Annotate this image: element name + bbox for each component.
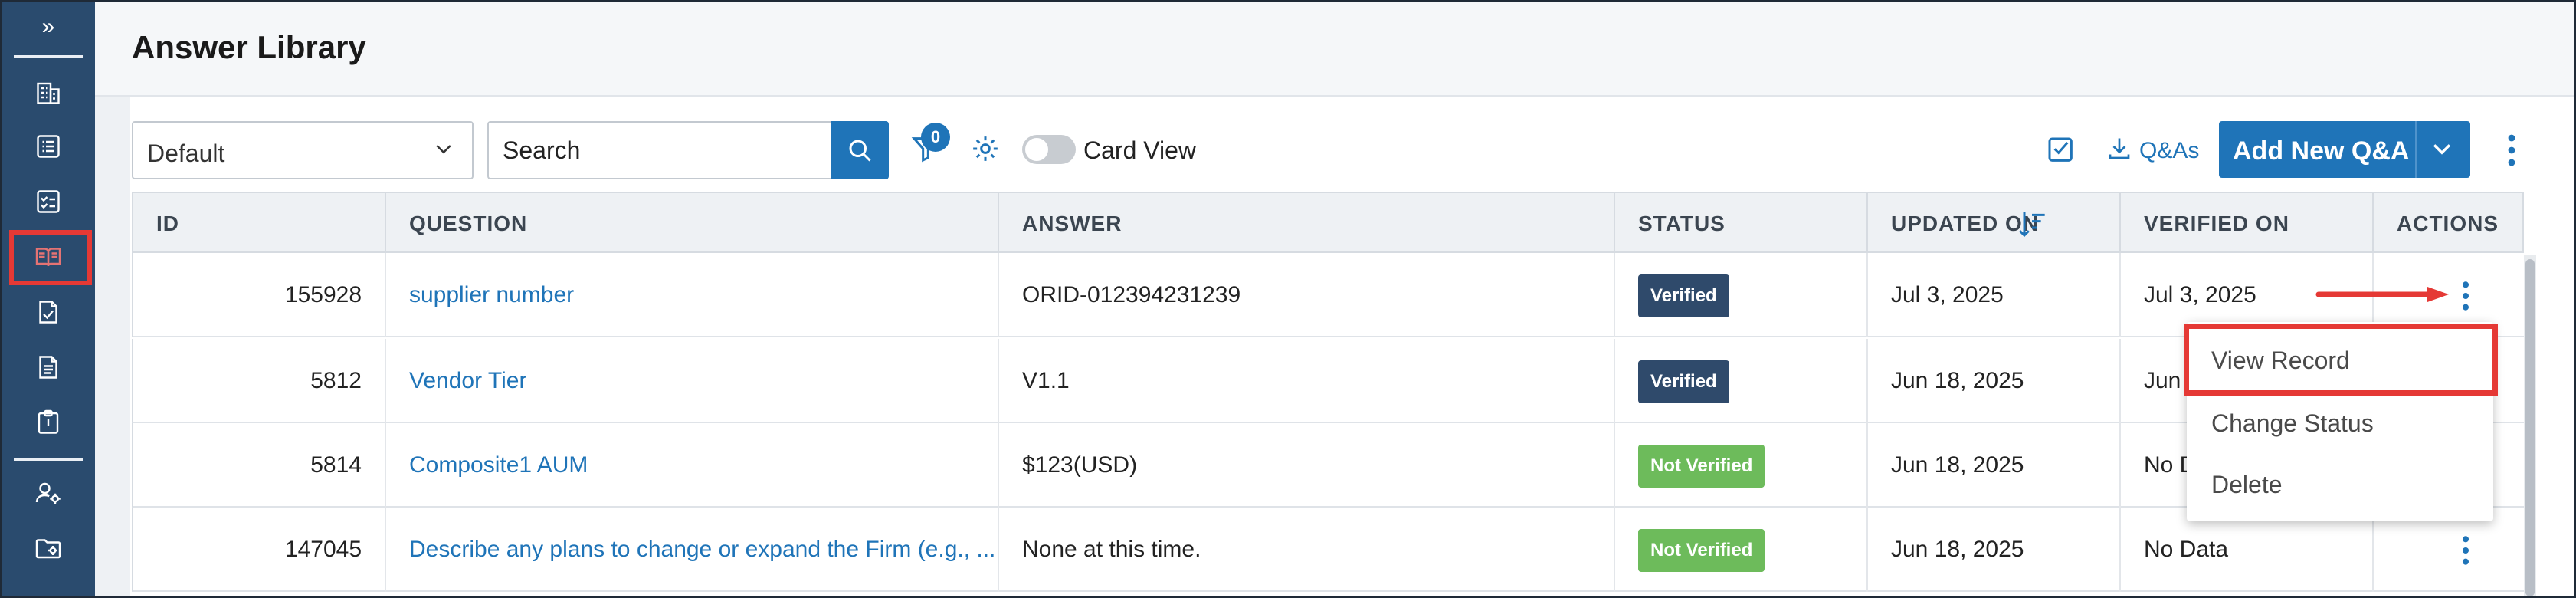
menu-item-delete[interactable]: Delete — [2187, 454, 2493, 515]
cell-question: Composite1 AUM — [386, 423, 999, 508]
chevron-down-icon[interactable] — [2429, 136, 2455, 163]
cell-updated-on: Jul 3, 2025 — [1868, 253, 2121, 337]
cell-updated-on: Jun 18, 2025 — [1868, 423, 2121, 508]
column-header-question[interactable]: QUESTION — [386, 193, 999, 255]
split-divider — [2415, 121, 2417, 178]
row-actions-icon[interactable] — [2456, 534, 2475, 567]
cell-status: Not Verified — [1615, 423, 1868, 508]
more-options-icon[interactable] — [2498, 132, 2525, 169]
download-qas-link[interactable]: Q&As — [2139, 138, 2199, 164]
add-new-qa-label: Add New Q&A — [2233, 136, 2410, 166]
cell-id: 5812 — [133, 339, 386, 423]
page-title: Answer Library — [132, 29, 366, 65]
arrow-annotation-icon — [2315, 287, 2449, 302]
table-header: ID QUESTION ANSWER STATUS UPDATED ON VER… — [132, 192, 2524, 255]
cell-answer: ORID-012394231239 — [999, 253, 1615, 337]
search-input[interactable] — [487, 121, 831, 179]
question-link[interactable]: supplier number — [409, 282, 574, 307]
column-header-id[interactable]: ID — [133, 193, 386, 255]
cell-updated-on: Jun 18, 2025 — [1868, 339, 2121, 423]
chevron-down-icon — [436, 145, 451, 154]
search-icon — [849, 140, 871, 162]
active-item-highlight-annotation — [9, 230, 92, 285]
gear-icon[interactable] — [970, 133, 1001, 164]
filter-count-badge: 0 — [921, 123, 950, 152]
cell-question: supplier number — [386, 253, 999, 337]
cell-status: Verified — [1615, 253, 1868, 337]
page-header: Answer Library — [95, 2, 2574, 97]
checklist-icon[interactable] — [29, 182, 67, 221]
cell-id: 147045 — [133, 508, 386, 592]
user-settings-icon[interactable] — [29, 474, 67, 512]
column-header-status[interactable]: STATUS — [1615, 193, 1868, 255]
sidebar-expand-toggle[interactable]: » — [2, 8, 95, 46]
table-row[interactable]: 5812 Vendor Tier V1.1 Verified Jun 18, 2… — [132, 339, 2524, 423]
document-icon[interactable] — [29, 348, 67, 386]
checkbox-select-icon[interactable] — [2046, 135, 2076, 166]
card-view-toggle[interactable] — [1022, 135, 1076, 164]
question-link[interactable]: Vendor Tier — [409, 368, 526, 393]
card-view-label: Card View — [1083, 136, 1197, 164]
building-icon[interactable] — [29, 74, 67, 112]
table-row[interactable]: 147045 Describe any plans to change or e… — [132, 508, 2524, 592]
row-actions-icon[interactable] — [2456, 279, 2475, 313]
sidebar: » — [2, 2, 95, 596]
cell-id: 155928 — [133, 253, 386, 337]
cell-id: 5814 — [133, 423, 386, 508]
sort-descending-icon[interactable] — [2017, 209, 2047, 239]
view-select[interactable]: Default — [132, 121, 474, 179]
toggle-knob — [1025, 138, 1048, 161]
table-row[interactable]: 155928 supplier number ORID-012394231239… — [132, 253, 2524, 337]
list-icon[interactable] — [29, 127, 67, 166]
app-window: » Answer Library Default Search 0 Card V… — [0, 0, 2576, 598]
view-select-value: Default — [147, 140, 225, 167]
download-icon[interactable] — [2106, 135, 2133, 163]
cell-answer: V1.1 — [999, 339, 1615, 423]
clipboard-alert-icon[interactable] — [29, 403, 67, 442]
table-row[interactable]: 5814 Composite1 AUM $123(USD) Not Verifi… — [132, 423, 2524, 508]
cell-answer: None at this time. — [999, 508, 1615, 592]
folder-settings-icon[interactable] — [29, 529, 67, 567]
sidebar-divider — [14, 458, 83, 461]
cell-updated-on: Jun 18, 2025 — [1868, 508, 2121, 592]
search-button[interactable] — [831, 121, 889, 179]
add-new-qa-button[interactable]: Add New Q&A — [2219, 121, 2470, 178]
status-badge: Verified — [1638, 360, 1729, 404]
cell-answer: $123(USD) — [999, 423, 1615, 508]
menu-item-change-status[interactable]: Change Status — [2187, 393, 2493, 454]
cell-status: Not Verified — [1615, 508, 1868, 592]
question-link[interactable]: Describe any plans to change or expand t… — [409, 537, 995, 562]
table-scrollbar[interactable] — [2524, 255, 2536, 596]
cell-question: Vendor Tier — [386, 339, 999, 423]
document-check-icon[interactable] — [29, 293, 67, 331]
column-header-updated-on[interactable]: UPDATED ON — [1868, 193, 2121, 255]
cell-question: Describe any plans to change or expand t… — [386, 508, 999, 592]
column-header-answer[interactable]: ANSWER — [999, 193, 1615, 255]
status-badge: Not Verified — [1638, 529, 1765, 573]
status-badge: Verified — [1638, 274, 1729, 318]
view-record-highlight-annotation — [2184, 324, 2498, 396]
scrollbar-thumb[interactable] — [2525, 259, 2535, 596]
column-header-verified-on[interactable]: VERIFIED ON — [2121, 193, 2374, 255]
cell-status: Verified — [1615, 339, 1868, 423]
question-link[interactable]: Composite1 AUM — [409, 452, 588, 478]
column-header-actions: ACTIONS — [2397, 212, 2499, 235]
sidebar-divider — [14, 55, 83, 58]
status-badge: Not Verified — [1638, 445, 1765, 488]
